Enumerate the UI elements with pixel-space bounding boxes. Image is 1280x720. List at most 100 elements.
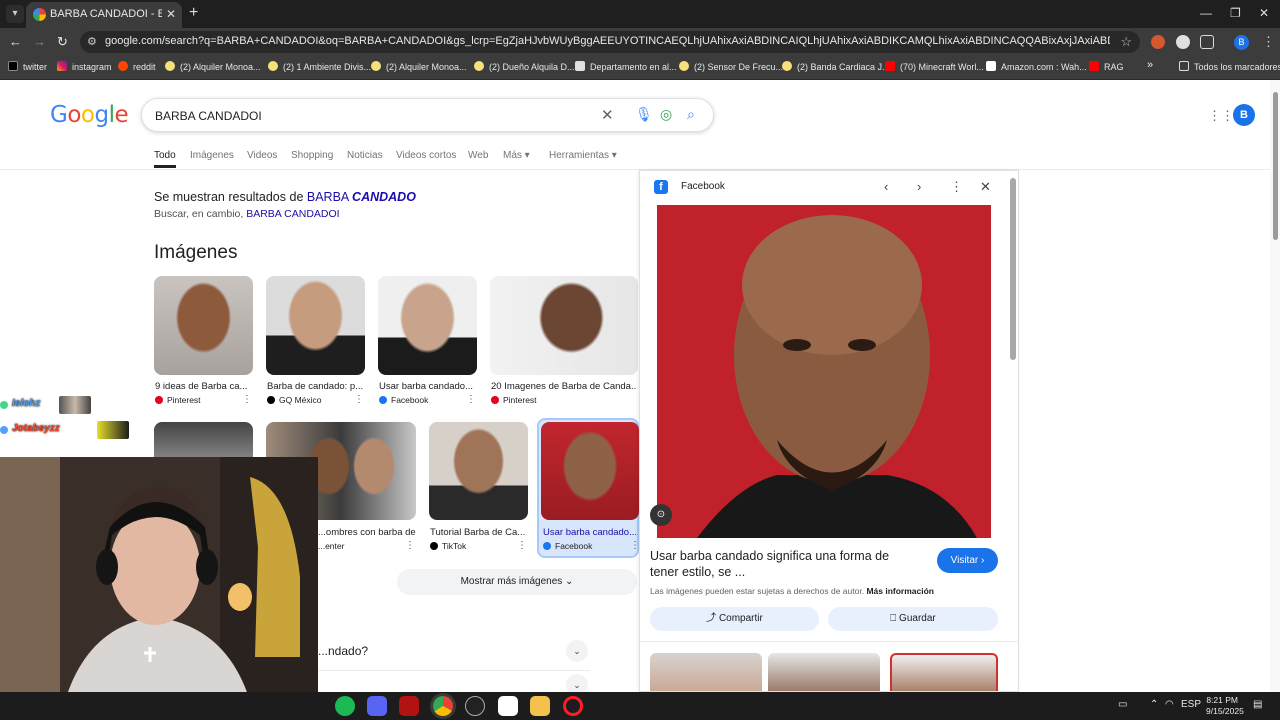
forward-icon[interactable]: → <box>33 34 46 49</box>
image-result[interactable] <box>266 276 365 375</box>
bookmarks-overflow-icon[interactable]: » <box>1147 59 1153 71</box>
more-options-icon[interactable]: ⋮ <box>354 394 364 405</box>
discord-icon[interactable] <box>367 696 387 716</box>
google-account-avatar[interactable]: B <box>1233 104 1255 126</box>
image-result[interactable] <box>490 276 638 375</box>
bookmark-item[interactable]: RAG <box>1089 61 1124 72</box>
panel-title[interactable]: Usar barba candado significa una forma d… <box>650 548 918 580</box>
site-info-icon[interactable]: ⚙ <box>87 35 97 48</box>
image-result-selected[interactable] <box>541 422 639 520</box>
opera-icon[interactable] <box>563 696 583 716</box>
google-logo[interactable]: Google <box>50 102 129 128</box>
related-image[interactable] <box>890 653 998 691</box>
chevron-down-icon[interactable]: ⌄ <box>566 640 588 662</box>
bookmark-item[interactable]: twitter <box>8 61 47 72</box>
tools-button[interactable]: Herramientas ▾ <box>549 150 617 161</box>
restore-icon[interactable]: ❐ <box>1230 6 1241 20</box>
panel-scrollbar[interactable] <box>1010 178 1016 360</box>
people-also-ask-question[interactable]: ...ndado? <box>318 644 368 658</box>
image-result[interactable] <box>378 276 477 375</box>
related-image[interactable] <box>768 653 880 691</box>
show-more-images-button[interactable]: Mostrar más imágenes ⌄ <box>397 569 637 595</box>
lens-icon[interactable]: ◎ <box>660 106 672 123</box>
search-input[interactable]: BARBA CANDADOI <box>155 109 262 123</box>
search-icon[interactable]: ⌕ <box>687 106 695 123</box>
more-options-icon[interactable]: ⋮ <box>517 540 527 551</box>
capcut-icon[interactable] <box>498 696 518 716</box>
tab-images[interactable]: Imágenes <box>190 150 234 161</box>
show-hidden-icons-icon[interactable]: ⌃ <box>1150 699 1158 710</box>
image-caption[interactable]: Barba de candado: p... <box>267 381 365 392</box>
tab-web[interactable]: Web <box>468 150 488 161</box>
next-icon[interactable]: › <box>917 179 921 194</box>
image-caption[interactable]: 20 Imagenes de Barba de Canda... <box>491 381 637 392</box>
close-window-icon[interactable]: ✕ <box>1259 6 1269 20</box>
previous-icon[interactable]: ‹ <box>884 179 888 194</box>
panel-source-name[interactable]: Facebook <box>681 181 725 192</box>
bookmark-item[interactable]: (2) Alquiler Monoa... <box>371 61 467 72</box>
profile-avatar[interactable]: B <box>1234 35 1249 50</box>
reload-icon[interactable]: ↻ <box>57 34 68 50</box>
bookmark-item[interactable]: (2) Alquiler Monoa... <box>165 61 261 72</box>
bookmark-item[interactable]: (2) Sensor De Frecu... <box>679 61 783 72</box>
lens-search-icon[interactable]: ⊙ <box>650 504 672 526</box>
minimize-icon[interactable]: — <box>1200 6 1212 20</box>
tab-more[interactable]: Más ▾ <box>503 150 530 161</box>
tab-videos[interactable]: Videos <box>247 150 277 161</box>
new-tab-icon[interactable]: + <box>189 4 198 22</box>
bookmark-item[interactable]: Departamento en al... <box>575 61 677 72</box>
language-indicator[interactable]: ESP <box>1181 699 1201 710</box>
extension-icon[interactable] <box>1176 35 1190 49</box>
bookmark-item[interactable]: (2) Dueño Alquila D... <box>474 61 575 72</box>
tab-short-videos[interactable]: Videos cortos <box>396 150 456 161</box>
notifications-icon[interactable]: ▤ <box>1253 699 1262 710</box>
image-caption[interactable]: 9 ideas de Barba ca... <box>155 381 253 392</box>
more-options-icon[interactable]: ⋮ <box>242 394 252 405</box>
save-button[interactable]: ⎕ Guardar <box>828 607 998 631</box>
bookmark-star-icon[interactable]: ☆ <box>1120 34 1132 50</box>
bookmark-item[interactable]: (2) 1 Ambiente Divis... <box>268 61 371 72</box>
image-result[interactable] <box>429 422 528 520</box>
more-options-icon[interactable]: ⋮ <box>405 540 415 551</box>
preview-image[interactable] <box>657 205 991 538</box>
share-button[interactable]: ⤴ Compartir <box>650 607 819 631</box>
extension-icon[interactable] <box>1151 35 1165 49</box>
search-box[interactable]: BARBA CANDADOI ✕ 🎙 ◎ ⌕ <box>141 98 714 132</box>
image-caption[interactable]: Usar barba candado... <box>379 381 477 392</box>
chrome-icon[interactable] <box>433 696 453 716</box>
browser-menu-icon[interactable]: ⋮ <box>1262 34 1275 50</box>
tab-shopping[interactable]: Shopping <box>291 150 333 161</box>
tab-search-icon[interactable]: ▾ <box>6 5 24 23</box>
more-options-icon[interactable]: ⋮ <box>466 394 476 405</box>
image-result[interactable] <box>154 276 253 375</box>
tab-all[interactable]: Todo <box>154 150 176 168</box>
corrected-query-link[interactable]: BARBA CANDADO <box>307 190 416 204</box>
bookmark-item[interactable]: (2) Banda Cardiaca J... <box>782 61 890 72</box>
original-query-link[interactable]: BARBA CANDADOI <box>246 208 339 220</box>
microphone-icon[interactable]: 🎙 <box>635 106 653 123</box>
spotify-icon[interactable] <box>335 696 355 716</box>
more-info-link[interactable]: Más información <box>866 586 934 596</box>
image-caption[interactable]: Tutorial Barba de Ca... <box>430 527 528 538</box>
back-icon[interactable]: ← <box>9 34 22 49</box>
tab-close-icon[interactable]: ✕ <box>166 7 176 21</box>
clear-icon[interactable]: ✕ <box>601 106 614 124</box>
network-icon[interactable]: ◠ <box>1165 699 1174 710</box>
image-caption[interactable]: ...ombres con barba de ... <box>318 527 416 538</box>
image-caption[interactable]: Usar barba candado... <box>543 527 637 538</box>
tray-app-icon[interactable]: ▭ <box>1118 699 1127 710</box>
image-result[interactable] <box>154 422 253 462</box>
page-scrollbar-thumb[interactable] <box>1273 92 1278 240</box>
bookmark-item[interactable]: Amazon.com : Wah... <box>986 61 1087 72</box>
close-icon[interactable]: ✕ <box>980 179 991 195</box>
more-options-icon[interactable]: ⋮ <box>950 179 963 195</box>
all-bookmarks-button[interactable]: Todos los marcadores <box>1179 61 1280 72</box>
address-bar[interactable]: ⚙ google.com/search?q=BARBA+CANDADOI&oq=… <box>80 31 1140 53</box>
active-tab[interactable]: BARBA CANDADOI - Buscar co ✕ <box>26 2 182 28</box>
bookmark-item[interactable]: (70) Minecraft Worl... <box>885 61 984 72</box>
bookmark-item[interactable]: instagram <box>57 61 112 72</box>
visit-button[interactable]: Visitar › <box>937 548 998 573</box>
tab-news[interactable]: Noticias <box>347 150 383 161</box>
voice-meeter-icon[interactable] <box>399 696 419 716</box>
obs-icon[interactable] <box>465 696 485 716</box>
